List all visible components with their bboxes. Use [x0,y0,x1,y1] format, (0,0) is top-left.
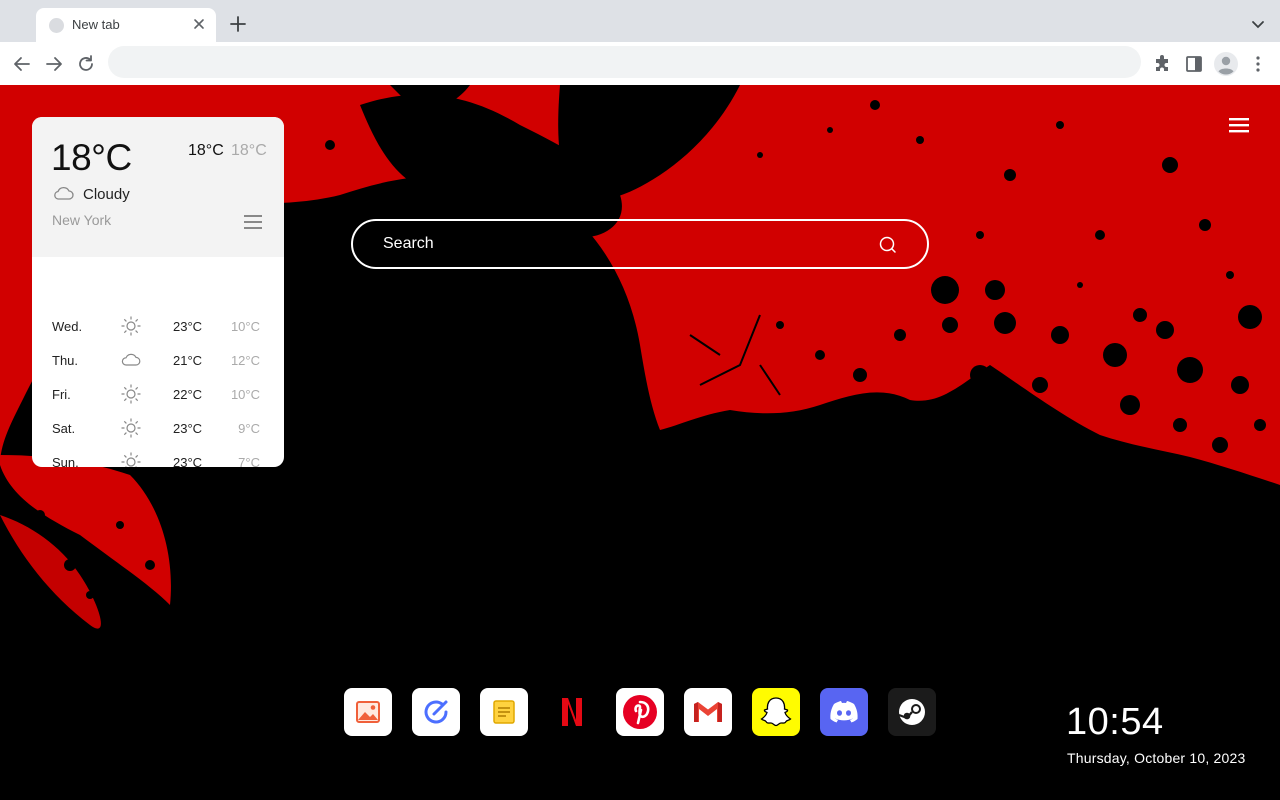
forecast-row: Thu. 21°C 12°C [32,343,284,377]
dock-app-netflix[interactable] [548,688,596,736]
sun-icon [121,452,141,467]
new-tab-button[interactable] [228,14,248,34]
dock-app-tasks[interactable] [412,688,460,736]
dock-app-discord[interactable] [820,688,868,736]
forecast-day: Wed. [52,319,83,334]
search-input[interactable]: Search [351,219,929,269]
sun-icon [121,384,141,404]
dock-app-photos[interactable] [344,688,392,736]
weather-widget: 18°C 18°C 18°C Cloudy New York Wed. 23°C… [32,117,284,467]
hamburger-menu-icon[interactable] [1228,115,1250,135]
today-high: 18°C [188,142,224,159]
sun-icon [121,418,141,438]
forecast-day: Fri. [52,387,71,402]
search-icon[interactable] [878,235,898,255]
sun-icon [121,316,141,336]
profile-avatar[interactable] [1213,51,1239,77]
browser-toolbar [0,42,1280,85]
forecast-row: Fri. 22°C 10°C [32,377,284,411]
dock-app-notes[interactable] [480,688,528,736]
reload-icon[interactable] [74,52,98,76]
cloud-icon [121,353,141,366]
forecast-low: 10°C [230,319,260,334]
dock-app-snapchat[interactable] [752,688,800,736]
kebab-menu-icon[interactable] [1246,52,1270,76]
forecast-day: Sun. [52,455,79,467]
forecast-day: Sat. [52,421,76,436]
address-bar[interactable] [108,46,1141,78]
netflix-icon [562,698,582,726]
tasks-app-icon [424,700,448,724]
gmail-icon [694,702,722,722]
search-placeholder: Search [383,235,434,252]
forecast-day: Thu. [52,353,79,368]
steam-icon [898,699,925,725]
back-icon[interactable] [10,52,34,76]
clock-date: Thursday, October 10, 2023 [1067,750,1246,766]
forecast-high: 23°C [173,455,203,467]
weather-city: New York [52,212,112,228]
forward-icon[interactable] [42,52,66,76]
forecast-low: 9°C [238,421,260,436]
photo-app-icon [356,701,380,723]
tab-strip: New tab [0,0,1280,42]
forecast-low: 12°C [230,353,260,368]
tab-favicon-icon [49,18,64,33]
snapchat-icon [760,697,792,727]
tab-title: New tab [72,17,120,32]
forecast-row: Sat. 23°C 9°C [32,411,284,445]
dock-app-steam[interactable] [888,688,936,736]
forecast-low: 10°C [230,387,260,402]
chevron-down-icon[interactable] [1248,14,1268,34]
today-low: 18°C [231,142,267,159]
current-temperature: 18°C [51,137,132,178]
clock-time: 10:54 [1066,701,1164,743]
dock-app-gmail[interactable] [684,688,732,736]
forecast-row: Wed. 23°C 10°C [32,309,284,343]
forecast-row: Sun. 23°C 7°C [32,445,284,467]
forecast-high: 21°C [173,353,203,368]
weather-condition: Cloudy [83,186,130,203]
pinterest-icon [623,695,657,729]
discord-icon [830,701,858,723]
tab-new-tab[interactable]: New tab [36,8,216,42]
cloud-icon [54,187,74,200]
dock-app-pinterest[interactable] [616,688,664,736]
forecast-low: 7°C [238,455,260,467]
weather-current: 18°C 18°C 18°C Cloudy New York [32,117,284,257]
list-menu-icon[interactable] [243,214,263,230]
notes-app-icon [493,700,515,724]
new-tab-page: 18°C 18°C 18°C Cloudy New York Wed. 23°C… [0,85,1280,800]
forecast-high: 23°C [173,319,203,334]
side-panel-icon[interactable] [1182,52,1206,76]
forecast-high: 23°C [173,421,203,436]
close-icon[interactable] [192,17,206,31]
forecast-high: 22°C [173,387,203,402]
extensions-icon[interactable] [1150,52,1174,76]
